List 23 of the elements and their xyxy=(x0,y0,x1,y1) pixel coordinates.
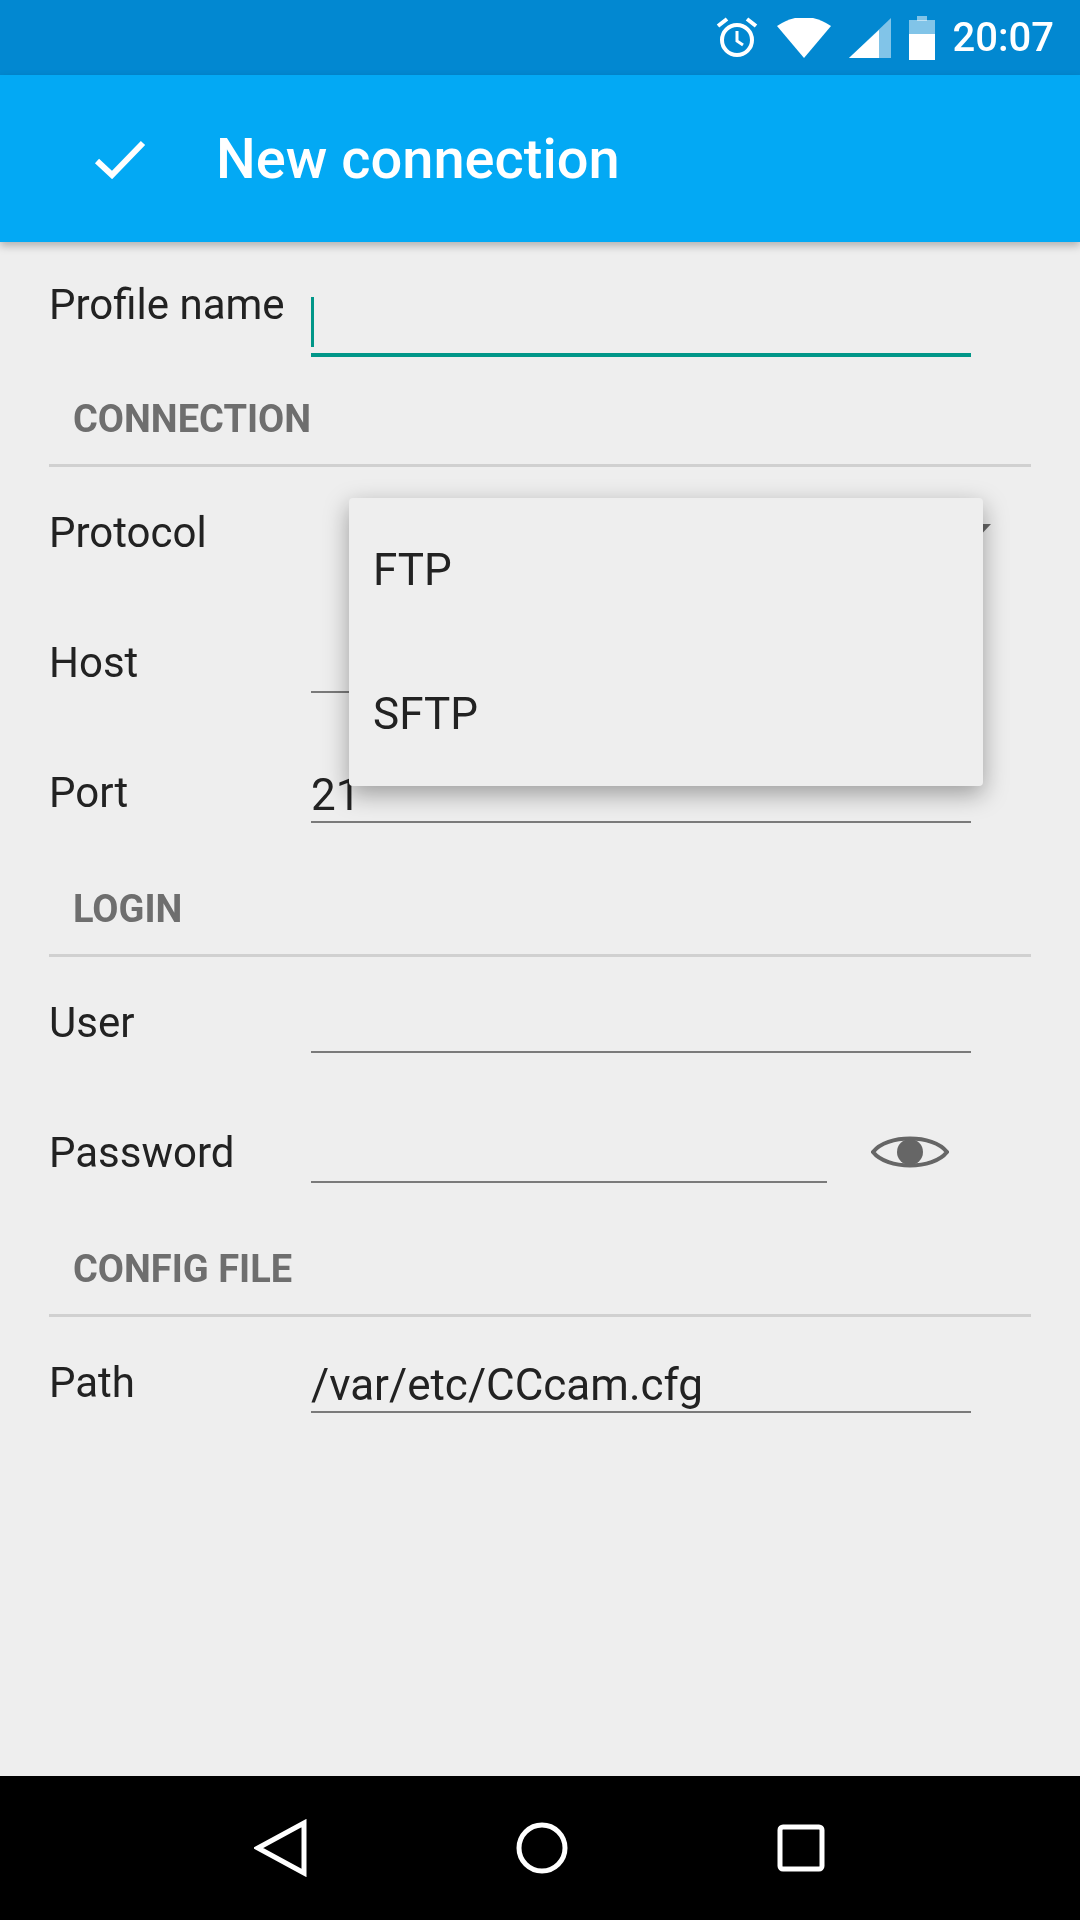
field-label: Port xyxy=(48,766,130,819)
section-header: CONNECTION xyxy=(49,367,1031,467)
field-label: Protocol xyxy=(48,506,208,559)
wifi-icon xyxy=(776,17,831,58)
window-title: New connection xyxy=(216,124,620,194)
field-label: Profile name xyxy=(48,279,286,331)
battery-icon xyxy=(908,15,935,60)
field-label: Path xyxy=(48,1356,136,1409)
back-icon[interactable] xyxy=(253,1819,308,1877)
section-header: LOGIN xyxy=(49,857,1031,957)
field-label: User xyxy=(48,996,136,1049)
alarm-icon xyxy=(714,15,759,60)
signal-icon xyxy=(848,17,891,58)
recents-icon[interactable] xyxy=(776,1823,827,1873)
check-icon[interactable] xyxy=(94,138,146,179)
section-header: CONFIG FILE xyxy=(49,1217,1031,1317)
home-icon[interactable] xyxy=(515,1821,569,1875)
clock-time: 20:07 xyxy=(952,12,1054,63)
field-label: Password xyxy=(48,1126,236,1179)
text-cursor xyxy=(311,296,314,347)
menu-item[interactable]: FTP xyxy=(349,498,983,642)
field-label: Host xyxy=(48,636,140,689)
input-field[interactable]: /var/etc/CCcam.cfg xyxy=(311,1351,971,1413)
